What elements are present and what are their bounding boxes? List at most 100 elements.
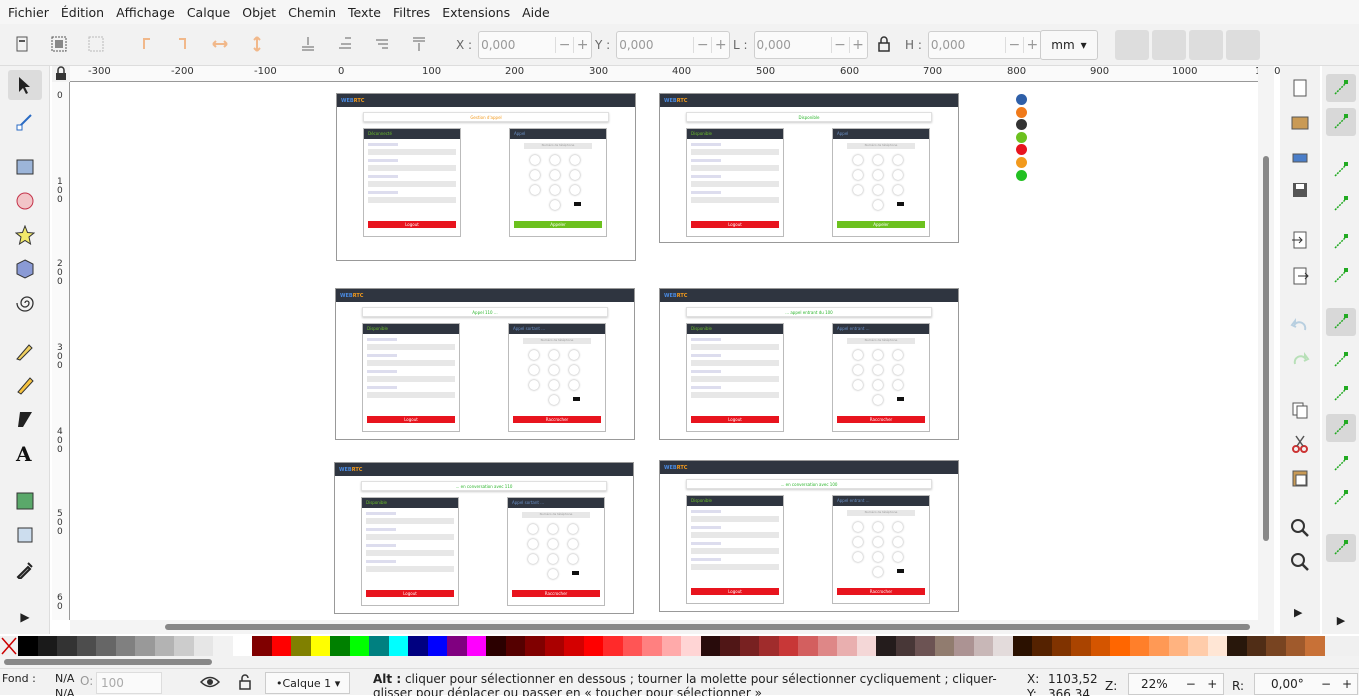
- color-palette[interactable]: [0, 636, 1359, 656]
- copy-icon[interactable]: [1290, 400, 1310, 420]
- color-swatch[interactable]: [759, 636, 779, 656]
- color-swatch[interactable]: [349, 636, 369, 656]
- rotation-plus-button[interactable]: +: [1337, 677, 1357, 691]
- color-swatch[interactable]: [37, 636, 57, 656]
- cut-icon[interactable]: [1290, 434, 1310, 454]
- color-swatch[interactable]: [1051, 636, 1071, 656]
- drawing-canvas[interactable]: WEB RTC Gestion d'appel Déconnecté Logout App…: [70, 83, 1258, 620]
- palette-scroll-thumb[interactable]: [4, 659, 212, 665]
- mockup-frame[interactable]: WEB RTC Gestion d'appel Déconnecté Logout App…: [336, 93, 636, 261]
- snap-toggle[interactable]: [1326, 108, 1356, 136]
- color-swatch[interactable]: [1305, 636, 1325, 656]
- color-swatch[interactable]: [427, 636, 447, 656]
- save-icon[interactable]: [1290, 180, 1310, 200]
- x-plus-button[interactable]: +: [573, 37, 591, 53]
- width-field[interactable]: L :0,000− +: [733, 31, 868, 59]
- snap-toggle[interactable]: ▶: [1326, 606, 1356, 634]
- color-swatch[interactable]: [1149, 636, 1169, 656]
- color-swatch[interactable]: [96, 636, 116, 656]
- mockup-frame[interactable]: WEB RTC ... en conversation avec 110 Dispon…: [334, 462, 634, 614]
- color-swatch[interactable]: [1246, 636, 1266, 656]
- color-swatch[interactable]: [1285, 636, 1305, 656]
- zoom-field[interactable]: 22% − +: [1128, 673, 1224, 695]
- x-field[interactable]: X :0,000− +: [456, 31, 593, 59]
- mockup-frame[interactable]: WEB RTC ... appel entrant du 100 Disponible…: [659, 288, 959, 440]
- color-swatch[interactable]: [408, 636, 428, 656]
- more-tools-button[interactable]: ▶: [8, 602, 42, 632]
- deselect-icon[interactable]: [86, 34, 106, 54]
- menu-1[interactable]: Édition: [55, 5, 110, 20]
- color-swatch[interactable]: [1032, 636, 1052, 656]
- color-swatch[interactable]: [1207, 636, 1227, 656]
- lower-icon[interactable]: [335, 34, 355, 54]
- color-swatch[interactable]: [1266, 636, 1286, 656]
- color-swatch[interactable]: [603, 636, 623, 656]
- color-swatch[interactable]: [388, 636, 408, 656]
- menu-4[interactable]: Objet: [236, 5, 282, 20]
- color-swatch[interactable]: [583, 636, 603, 656]
- color-swatch[interactable]: [895, 636, 915, 656]
- snap-toggle[interactable]: [1326, 190, 1356, 218]
- color-swatch[interactable]: [447, 636, 467, 656]
- color-swatch[interactable]: [564, 636, 584, 656]
- flip-horizontal-icon[interactable]: [210, 34, 230, 54]
- export-icon[interactable]: [1290, 266, 1310, 286]
- scale-stroke-toggle[interactable]: [1115, 30, 1149, 60]
- color-swatch[interactable]: [369, 636, 389, 656]
- menu-0[interactable]: Fichier: [2, 5, 55, 20]
- lower-to-bottom-icon[interactable]: [298, 34, 318, 54]
- color-swatch[interactable]: [213, 636, 233, 656]
- import-icon[interactable]: [1290, 230, 1310, 250]
- raise-to-top-icon[interactable]: [409, 34, 429, 54]
- color-swatch[interactable]: [876, 636, 896, 656]
- color-swatch[interactable]: [1090, 636, 1110, 656]
- vertical-scrollbar[interactable]: [1258, 66, 1274, 622]
- color-swatch[interactable]: [993, 636, 1013, 656]
- color-swatch[interactable]: [466, 636, 486, 656]
- height-plus-button[interactable]: +: [1022, 37, 1041, 53]
- width-minus-button[interactable]: −: [830, 37, 849, 53]
- snap-toggle[interactable]: [1326, 380, 1356, 408]
- undo-icon[interactable]: [1290, 316, 1310, 336]
- eye-icon[interactable]: [200, 675, 220, 689]
- layer-dropdown[interactable]: •Calque 1 ▾: [265, 672, 350, 694]
- print-icon[interactable]: [1290, 146, 1310, 166]
- height-minus-button[interactable]: −: [1004, 37, 1023, 53]
- color-swatch[interactable]: [193, 636, 213, 656]
- node-tool[interactable]: [8, 106, 42, 136]
- height-field[interactable]: H :0,000− +: [905, 31, 1042, 59]
- color-swatch[interactable]: [1188, 636, 1208, 656]
- color-swatch[interactable]: [18, 636, 38, 656]
- move-patterns-toggle[interactable]: [1226, 30, 1260, 60]
- color-swatch[interactable]: [1227, 636, 1247, 656]
- color-swatch[interactable]: [973, 636, 993, 656]
- menu-8[interactable]: Extensions: [436, 5, 516, 20]
- new-document-icon[interactable]: [1290, 78, 1310, 98]
- fill-value[interactable]: N/A: [55, 672, 74, 685]
- color-swatch[interactable]: [505, 636, 525, 656]
- color-dot[interactable]: [1016, 169, 1027, 181]
- pen-tool[interactable]: [8, 336, 42, 366]
- zoom-minus-button[interactable]: −: [1180, 677, 1201, 691]
- commands-more-arrow-icon[interactable]: ▶: [1294, 606, 1302, 619]
- color-swatch[interactable]: [1129, 636, 1149, 656]
- snap-toggle[interactable]: [1326, 534, 1356, 562]
- layer-lock-icon[interactable]: [237, 674, 253, 690]
- pencil-tool[interactable]: [8, 370, 42, 400]
- height-value[interactable]: 0,000: [931, 38, 965, 52]
- color-swatch[interactable]: [271, 636, 291, 656]
- menu-5[interactable]: Chemin: [282, 5, 342, 20]
- snap-toggle[interactable]: [1326, 262, 1356, 290]
- spiral-tool[interactable]: [8, 288, 42, 318]
- menu-6[interactable]: Texte: [342, 5, 387, 20]
- color-dot[interactable]: [1016, 94, 1027, 105]
- selector-tool[interactable]: [8, 70, 42, 100]
- rotate-cw-icon[interactable]: [173, 34, 193, 54]
- width-plus-button[interactable]: +: [848, 37, 867, 53]
- 3d-box-tool[interactable]: [8, 254, 42, 284]
- ruler-lock-icon[interactable]: [52, 66, 70, 82]
- color-swatch[interactable]: [1110, 636, 1130, 656]
- unit-dropdown[interactable]: mm ▾: [1040, 30, 1098, 60]
- color-swatch[interactable]: [232, 636, 252, 656]
- horizontal-scroll-thumb[interactable]: [165, 624, 1250, 630]
